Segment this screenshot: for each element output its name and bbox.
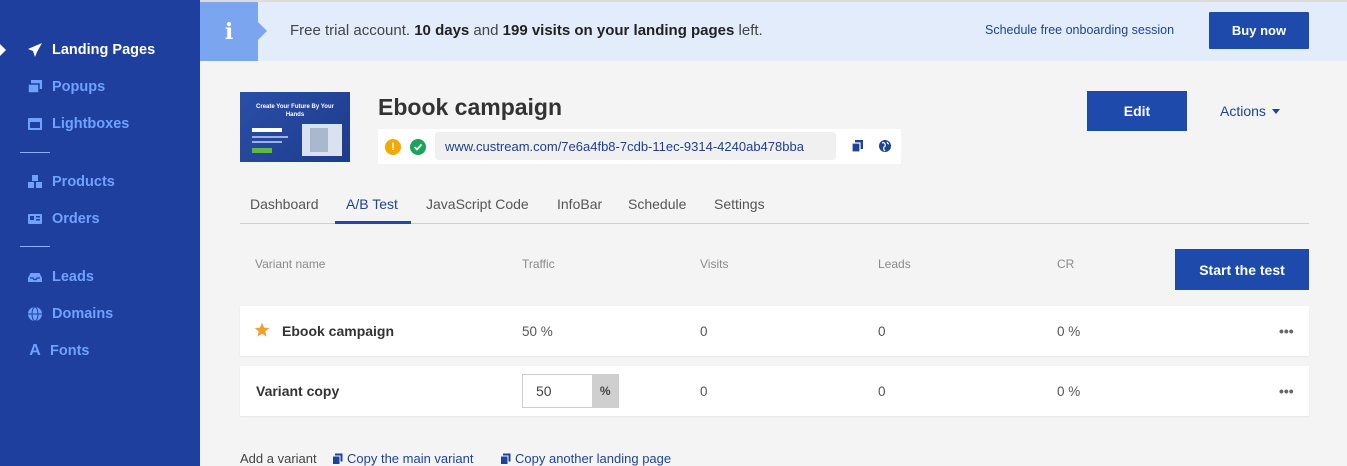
url-bar: ! www.custream.com/7e6a4fb8-7cdb-11ec-93…	[378, 129, 901, 164]
table-row: Ebook campaign 50 % 0 0 0 % •••	[240, 306, 1309, 356]
copy-icon	[500, 453, 511, 465]
font-icon: A	[29, 342, 41, 359]
column-header-leads: Leads	[878, 257, 911, 271]
variant-cr: 0 %	[1057, 384, 1081, 399]
copy-another-landing-page-label: Copy another landing page	[515, 451, 672, 466]
tab-settings[interactable]: Settings	[714, 196, 765, 212]
variant-cr: 0 %	[1057, 324, 1081, 339]
more-options-button[interactable]: •••	[1279, 383, 1294, 399]
sidebar-item-label: Products	[52, 174, 115, 190]
column-header-cr: CR	[1057, 257, 1075, 271]
sidebar-item-label: Domains	[52, 306, 114, 322]
page-title: Ebook campaign	[378, 94, 563, 120]
thumbnail-line	[252, 136, 288, 138]
check-icon[interactable]	[410, 139, 426, 155]
sidebar-item-landing-pages[interactable]: Landing Pages	[0, 35, 200, 65]
popups-icon	[25, 77, 45, 97]
globe-icon[interactable]	[878, 139, 892, 153]
paper-plane-icon	[25, 40, 45, 60]
start-test-button[interactable]: Start the test	[1175, 249, 1309, 290]
copy-icon	[332, 453, 343, 465]
lightbox-icon	[25, 114, 45, 134]
copy-icon[interactable]	[851, 139, 865, 153]
active-tab-underline	[335, 221, 411, 224]
tab-ab-test[interactable]: A/B Test	[346, 196, 398, 212]
more-options-button[interactable]: •••	[1279, 323, 1294, 339]
variant-leads: 0	[878, 324, 886, 339]
info-icon: i	[200, 2, 267, 61]
variant-visits: 0	[700, 324, 708, 339]
trial-days: 10 days	[414, 22, 470, 39]
tab-schedule[interactable]: Schedule	[628, 196, 686, 212]
traffic-input[interactable]: 50 %	[522, 374, 619, 408]
tab-dashboard[interactable]: Dashboard	[250, 196, 319, 212]
thumbnail-heading: Create Your Future By Your Hands	[256, 104, 334, 118]
table-row: Variant copy 50 % 0 0 0 % •••	[240, 366, 1309, 416]
column-header-visits: Visits	[700, 257, 729, 271]
tab-bar: Dashboard A/B Test JavaScript Code InfoB…	[240, 190, 1309, 224]
trial-text-mid: and	[469, 22, 503, 39]
variant-visits: 0	[700, 384, 708, 399]
sidebar-item-popups[interactable]: Popups	[0, 72, 200, 102]
sidebar-item-label: Orders	[52, 211, 100, 227]
variant-name: Variant copy	[256, 383, 340, 399]
sidebar-item-label: Popups	[52, 79, 106, 95]
schedule-onboarding-link[interactable]: Schedule free onboarding session	[985, 23, 1174, 37]
tab-infobar[interactable]: InfoBar	[557, 196, 602, 212]
trial-text-prefix: Free trial account.	[290, 22, 415, 39]
column-header-variant-name: Variant name	[255, 257, 326, 271]
variant-name: Ebook campaign	[282, 323, 395, 339]
buy-now-button[interactable]: Buy now	[1209, 12, 1309, 49]
sidebar-item-label: Landing Pages	[52, 42, 156, 58]
add-variant-label: Add a variant	[240, 451, 317, 466]
thumbnail-line	[252, 141, 282, 143]
trial-banner: i Free trial account. 10 days and 199 vi…	[200, 0, 1347, 61]
sidebar-item-orders[interactable]: Orders	[0, 204, 200, 234]
percent-suffix: %	[592, 375, 618, 407]
variant-traffic: 50 %	[522, 324, 553, 339]
sidebar-item-label: Lightboxes	[52, 116, 130, 132]
products-icon	[25, 172, 45, 192]
column-header-traffic: Traffic	[522, 257, 555, 271]
trial-message: Free trial account. 10 days and 199 visi…	[290, 22, 763, 39]
variant-leads: 0	[878, 384, 886, 399]
edit-button[interactable]: Edit	[1087, 91, 1187, 131]
traffic-value[interactable]: 50	[523, 375, 592, 407]
globe-icon	[25, 304, 45, 324]
chevron-down-icon	[1271, 108, 1280, 114]
thumbnail-cta	[252, 148, 272, 153]
tab-javascript-code[interactable]: JavaScript Code	[426, 196, 529, 212]
sidebar-item-domains[interactable]: Domains	[0, 299, 200, 329]
sidebar-item-products[interactable]: Products	[0, 167, 200, 197]
sidebar-item-fonts[interactable]: A Fonts	[0, 336, 200, 366]
copy-main-variant-link[interactable]: Copy the main variant	[332, 451, 473, 466]
star-icon	[254, 322, 270, 337]
landing-page-url[interactable]: www.custream.com/7e6a4fb8-7cdb-11ec-9314…	[435, 132, 836, 160]
sidebar-item-lightboxes[interactable]: Lightboxes	[0, 109, 200, 139]
sidebar-divider	[20, 246, 50, 247]
actions-label: Actions	[1220, 103, 1266, 119]
sidebar-item-label: Leads	[52, 269, 94, 285]
warning-icon[interactable]: !	[385, 139, 401, 155]
trial-visits: 199 visits on your landing pages	[502, 22, 735, 39]
trial-text-suffix: left.	[734, 22, 763, 39]
sidebar: Landing Pages Popups Lightboxes Products…	[0, 0, 200, 466]
active-indicator	[0, 44, 6, 56]
actions-dropdown[interactable]: Actions	[1220, 103, 1280, 119]
orders-icon	[25, 209, 45, 229]
landing-page-thumbnail[interactable]: Create Your Future By Your Hands	[240, 92, 350, 162]
thumbnail-brand	[252, 128, 282, 132]
copy-main-variant-label: Copy the main variant	[347, 451, 474, 466]
inbox-icon	[25, 267, 45, 287]
sidebar-item-leads[interactable]: Leads	[0, 262, 200, 292]
thumbnail-image	[302, 124, 342, 156]
sidebar-item-label: Fonts	[50, 343, 90, 359]
sidebar-divider	[20, 152, 50, 153]
copy-another-landing-page-link[interactable]: Copy another landing page	[500, 451, 671, 466]
